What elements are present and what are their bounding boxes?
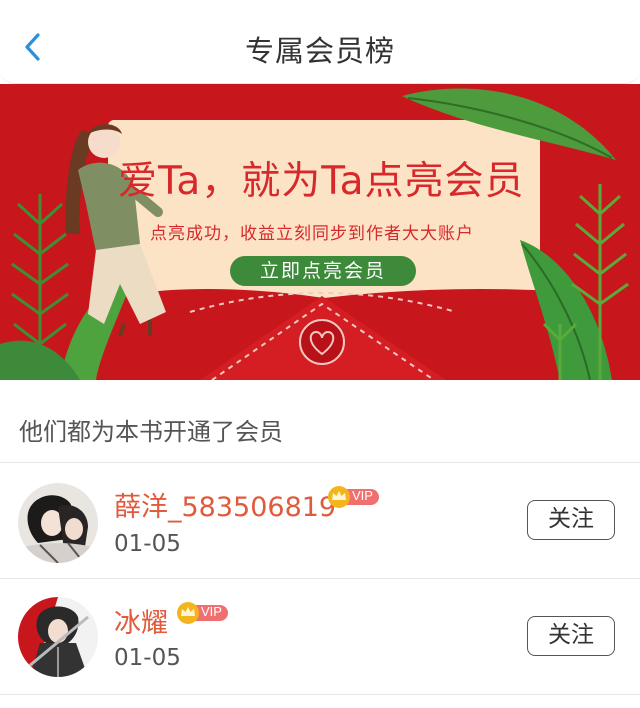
follow-button[interactable]: 关注 [527, 616, 615, 656]
page-title: 专属会员榜 [244, 34, 395, 68]
promo-banner[interactable]: 爱Ta，就为Ta点亮会员 点亮成功，收益立刻同步到作者大大账户 立即点亮会员 [0, 84, 640, 380]
vip-badge: VIP [176, 601, 230, 624]
member-date: 01-05 [114, 645, 181, 671]
member-name[interactable]: 冰耀 [114, 601, 168, 640]
member-date: 01-05 [114, 531, 181, 557]
nav-bar: 专属会员榜 [0, 0, 640, 84]
avatar[interactable] [18, 597, 98, 677]
vip-badge-label: VIP [352, 488, 373, 503]
banner-subtitle: 点亮成功，收益立刻同步到作者大大账户 [150, 224, 474, 244]
section-title: 他们都为本书开通了会员 [19, 418, 283, 446]
vip-badge: VIP [327, 485, 381, 508]
divider [0, 694, 640, 695]
member-name[interactable]: 薛洋_583506819 [114, 485, 336, 524]
member-row[interactable]: 冰耀 VIP 01-05 关注 [0, 579, 640, 695]
member-row[interactable]: 薛洋_583506819 VIP 01-05 关注 [0, 463, 640, 579]
vip-badge-label: VIP [201, 604, 222, 619]
banner-headline: 爱Ta，就为Ta点亮会员 [118, 159, 525, 204]
follow-button[interactable]: 关注 [527, 500, 615, 540]
avatar[interactable] [18, 483, 98, 563]
activate-membership-button[interactable]: 立即点亮会员 [230, 256, 416, 286]
